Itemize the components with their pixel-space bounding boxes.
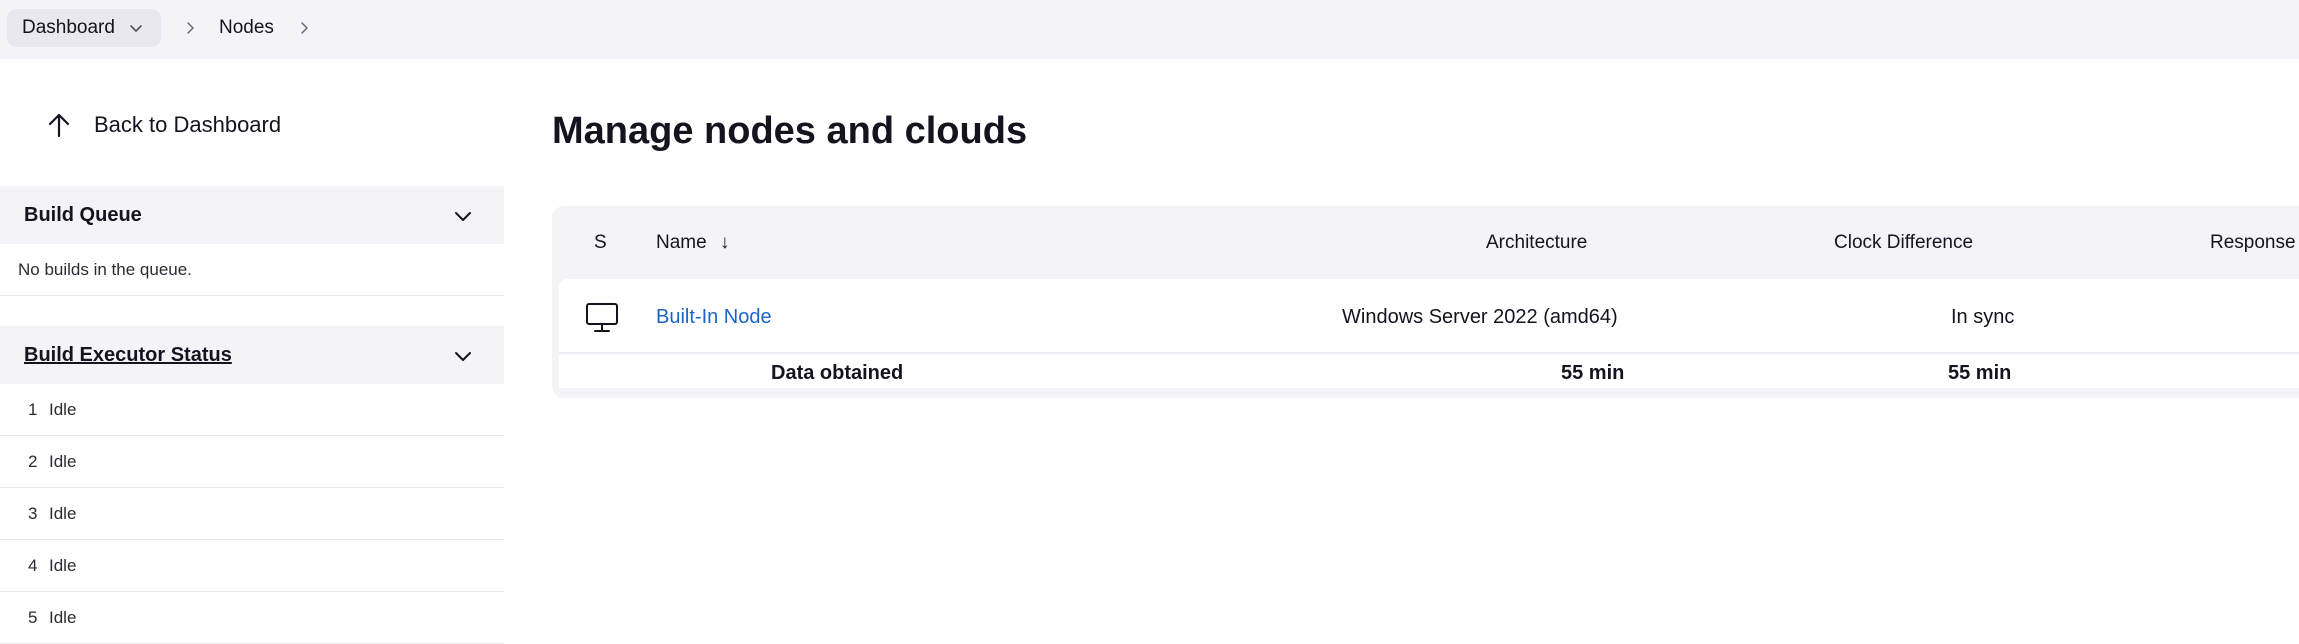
chevron-right-icon bbox=[187, 22, 194, 34]
clock-difference-data-age: 55 min bbox=[1948, 362, 2012, 384]
executor-row: 2 Idle bbox=[0, 436, 504, 488]
build-executor-status-title[interactable]: Build Executor Status bbox=[24, 344, 232, 367]
column-header-status[interactable]: S bbox=[594, 232, 607, 254]
column-header-clock-difference[interactable]: Clock Difference bbox=[1834, 232, 1973, 254]
executor-row: 5 Idle bbox=[0, 592, 504, 644]
back-to-dashboard-label: Back to Dashboard bbox=[94, 112, 282, 137]
node-architecture: Windows Server 2022 (amd64) bbox=[1342, 306, 1618, 328]
build-queue-title: Build Queue bbox=[24, 203, 142, 226]
sort-arrow-icon: ↓ bbox=[719, 232, 730, 253]
table-row: Built-In Node Windows Server 2022 (amd64… bbox=[559, 279, 2299, 359]
chevron-down-icon[interactable] bbox=[127, 19, 145, 37]
divider bbox=[0, 295, 504, 296]
column-header-name-label: Name bbox=[656, 232, 707, 253]
chevron-down-icon[interactable] bbox=[452, 345, 474, 367]
build-queue-empty-text: No builds in the queue. bbox=[18, 260, 192, 279]
page-title: Manage nodes and clouds bbox=[552, 110, 1028, 152]
node-link-built-in-node[interactable]: Built-In Node bbox=[656, 306, 772, 329]
breadcrumb-nodes[interactable]: Nodes bbox=[219, 16, 274, 40]
breadcrumb-dashboard[interactable]: Dashboard bbox=[7, 9, 161, 47]
executor-status: Idle bbox=[49, 556, 77, 575]
chevron-down-icon[interactable] bbox=[452, 205, 474, 227]
node-clock-difference: In sync bbox=[1951, 306, 2015, 328]
executor-number: 3 bbox=[28, 504, 38, 523]
breadcrumb-dashboard-label: Dashboard bbox=[22, 17, 115, 38]
column-header-response-time[interactable]: Response bbox=[2210, 232, 2296, 254]
executor-row: 3 Idle bbox=[0, 488, 504, 540]
build-queue-header[interactable]: Build Queue bbox=[0, 186, 504, 244]
executor-row: 4 Idle bbox=[0, 540, 504, 592]
table-footer-row: Data obtained 55 min 55 min bbox=[559, 352, 2299, 388]
back-to-dashboard-link[interactable]: Back to Dashboard bbox=[44, 110, 281, 140]
computer-icon bbox=[586, 303, 618, 332]
data-obtained-label: Data obtained bbox=[771, 362, 904, 384]
arrow-up-icon bbox=[48, 113, 70, 138]
executor-number: 1 bbox=[28, 400, 38, 419]
executor-number: 5 bbox=[28, 608, 38, 627]
architecture-data-age: 55 min bbox=[1561, 362, 1625, 384]
build-executor-status-header[interactable]: Build Executor Status bbox=[0, 326, 504, 384]
executor-number: 4 bbox=[28, 556, 38, 575]
breadcrumb-bar: Dashboard Nodes bbox=[0, 0, 2299, 59]
executor-status: Idle bbox=[49, 608, 77, 627]
executor-status: Idle bbox=[49, 504, 77, 523]
nodes-table: S Name ↓ Architecture Clock Difference R… bbox=[552, 206, 2299, 398]
column-header-architecture[interactable]: Architecture bbox=[1486, 232, 1587, 254]
chevron-right-icon[interactable] bbox=[296, 19, 312, 37]
executor-number: 2 bbox=[28, 452, 38, 471]
column-header-name[interactable]: Name ↓ bbox=[656, 232, 729, 254]
executor-row: 1 Idle bbox=[0, 384, 504, 436]
executor-status: Idle bbox=[49, 452, 77, 471]
executor-status: Idle bbox=[49, 400, 77, 419]
